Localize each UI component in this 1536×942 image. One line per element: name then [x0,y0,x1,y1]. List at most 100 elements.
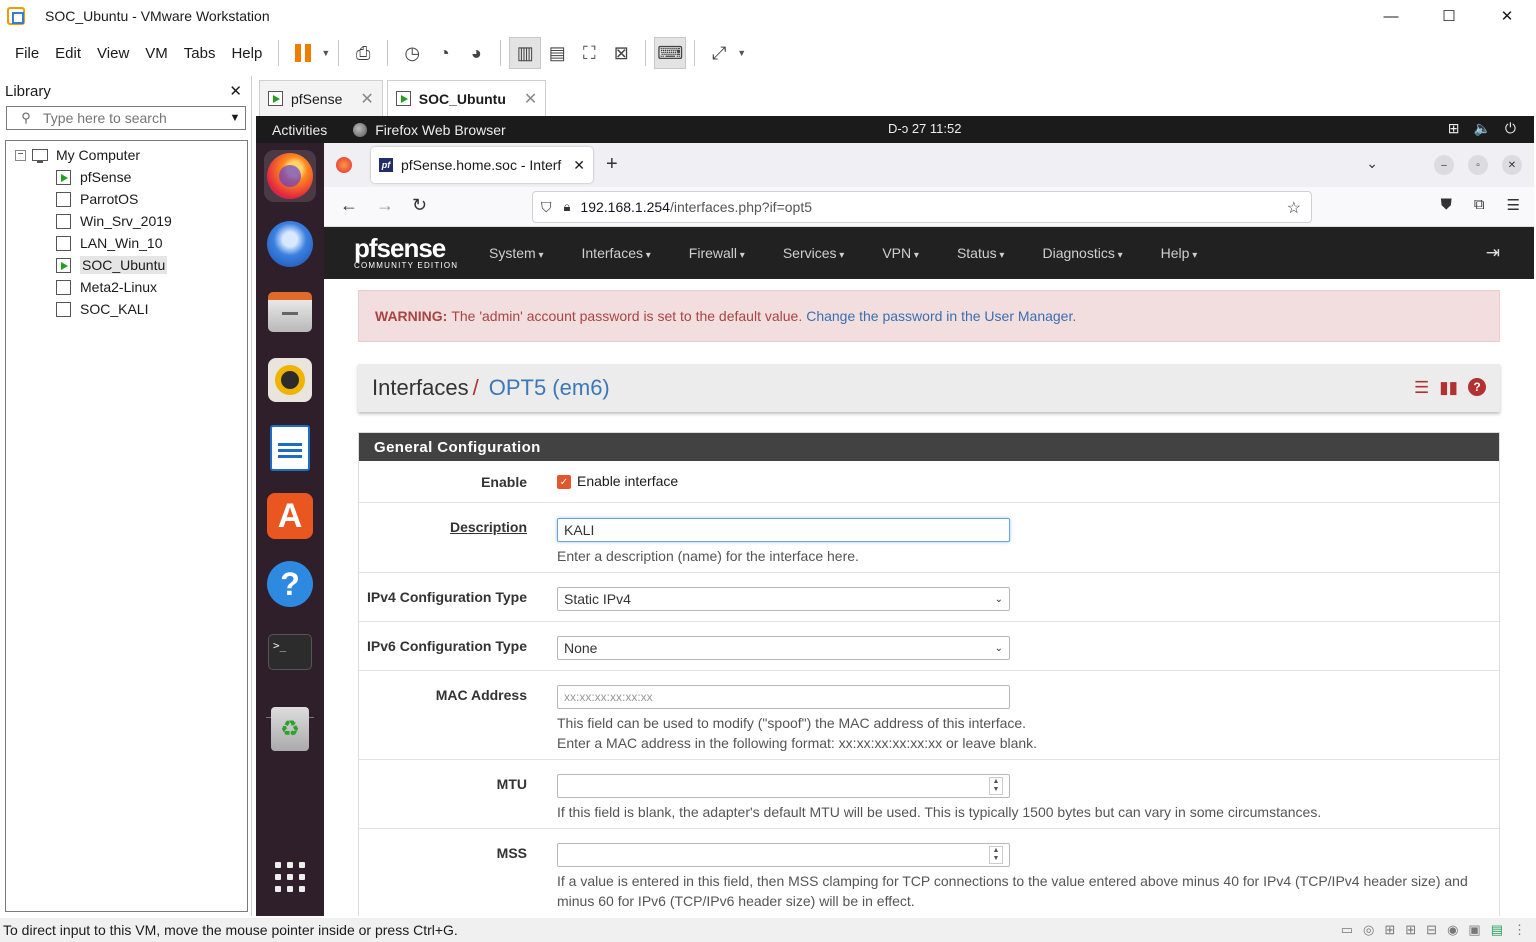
more-icon[interactable]: ⋮ [1513,922,1526,938]
dock-firefox[interactable] [264,150,316,202]
dock-show-apps[interactable] [264,851,316,903]
message-log-icon[interactable]: ▤ [1491,922,1503,938]
menu-vm[interactable]: VM [137,45,176,62]
menu-help[interactable]: Help [223,45,270,62]
minimize-icon[interactable]: – [1434,155,1454,175]
close-icon[interactable]: ✕ [1478,0,1536,32]
hamburger-menu-icon[interactable]: ☰ [1507,196,1520,214]
network-adapter-icon[interactable]: ⊞ [1405,922,1416,938]
url-text[interactable]: 192.168.1.254/interfaces.php?if=opt5 [580,199,812,215]
enable-checkbox-label[interactable]: Enable interface [577,473,678,489]
bookmark-star-icon[interactable]: ☆ [1287,198,1301,218]
nav-firewall[interactable]: Firewall [689,245,745,261]
tree-item-vm[interactable]: Meta2-Linux [6,276,247,298]
nav-system[interactable]: System [489,245,544,261]
library-close-icon[interactable]: ✕ [229,82,242,100]
thumbnail-bar-button[interactable]: ▤ [541,37,573,69]
mac-address-input[interactable]: xx:xx:xx:xx:xx:xx [557,685,1010,709]
power-dropdown-icon[interactable]: ▼ [321,48,330,58]
lock-icon[interactable]: 🔒︎ [564,199,571,215]
ipv6-type-select[interactable]: None ⌄ [557,636,1010,660]
system-tray[interactable]: ⊞ 🔈 ⏻ [1448,120,1516,137]
close-tab-icon[interactable]: ✕ [524,89,537,109]
help-circle-icon[interactable]: ? [1468,378,1486,396]
close-icon[interactable]: ✕ [1502,155,1522,175]
display-icon[interactable]: ▣ [1468,922,1480,938]
browser-tab-active[interactable]: pf pfSense.home.soc - Interf ✕ [371,147,593,183]
breadcrumb-root[interactable]: Interfaces [372,375,469,401]
stretch-guest-button[interactable]: ⤢ [703,37,735,69]
dock-rhythmbox[interactable] [264,354,316,406]
dock-thunderbird[interactable] [264,218,316,270]
new-tab-icon[interactable]: + [606,153,618,176]
show-library-button[interactable]: ▥ [509,37,542,69]
enable-checkbox[interactable]: ✓ [557,475,571,490]
tree-item-vm[interactable]: pfSense [6,166,247,188]
dock-trash[interactable]: ♻ [264,703,316,755]
breadcrumb-current[interactable]: OPT5 (em6) [489,375,610,401]
tree-item-vm-selected[interactable]: SOC_Ubuntu [6,254,247,276]
description-input[interactable]: KALI [557,518,1010,542]
menu-view[interactable]: View [89,45,137,62]
close-tab-icon[interactable]: ✕ [360,89,373,109]
nav-vpn[interactable]: VPN [882,245,919,261]
tree-item-vm[interactable]: Win_Srv_2019 [6,210,247,232]
clock[interactable]: D-ɔ 27 11:52 [888,121,961,136]
library-search-input[interactable] [37,110,225,126]
nav-diagnostics[interactable]: Diagnostics [1042,245,1122,261]
dock-files[interactable] [264,286,316,338]
nav-status[interactable]: Status [957,245,1005,261]
stretch-dropdown-icon[interactable]: ▼ [737,48,746,58]
usb-icon[interactable]: ⊟ [1426,922,1437,938]
user-manager-link[interactable]: Change the password in the User Manager. [806,308,1076,324]
sliders-icon[interactable]: ☰ [1414,378,1429,398]
console-view-button[interactable]: ⌨ [654,37,687,69]
dock-terminal[interactable]: >_ [264,626,316,678]
unity-button[interactable]: ⊠ [605,37,637,69]
tracking-protection-icon[interactable]: ⛉ [541,199,552,216]
vm-console[interactable]: Activities Firefox Web Browser D-ɔ 27 11… [256,116,1534,916]
snapshot-take-button[interactable]: ◷ [396,37,428,69]
stepper-icon[interactable]: ▲ ▼ [989,846,1003,864]
maximize-icon[interactable]: ▫ [1468,155,1488,175]
reload-icon[interactable]: ↻ [412,195,427,216]
network-adapter-icon[interactable]: ⊞ [1384,922,1395,938]
vm-tab-soc-ubuntu[interactable]: SOC_Ubuntu ✕ [386,80,547,116]
nav-interfaces[interactable]: Interfaces [582,245,651,261]
dock-help[interactable]: ? [264,558,316,610]
snapshot-revert-button[interactable]: ◔ [428,37,460,69]
forward-icon[interactable]: → [376,195,394,216]
nav-services[interactable]: Services [783,245,845,261]
extensions-icon[interactable]: ⧉ [1474,196,1485,214]
hard-disk-icon[interactable]: ▭ [1341,922,1353,938]
mss-input[interactable]: ▲ ▼ [557,843,1010,867]
cd-dvd-icon[interactable]: ◎ [1363,922,1374,938]
menu-tabs[interactable]: Tabs [176,45,224,62]
suspend-button[interactable] [287,37,319,69]
full-screen-button[interactable]: ⛶ [573,37,605,69]
tree-item-vm[interactable]: ParrotOS [6,188,247,210]
logout-icon[interactable]: ⇥ [1486,243,1500,263]
tree-item-my-computer[interactable]: − My Computer [6,144,247,166]
dock-libreoffice-writer[interactable] [264,422,316,474]
tree-item-vm[interactable]: LAN_Win_10 [6,232,247,254]
search-dropdown-icon[interactable]: ▼ [225,112,245,124]
sound-icon[interactable]: ◉ [1447,922,1458,938]
pfsense-logo[interactable]: pfsense COMMUNITY EDITION [354,233,458,270]
dock-app-center[interactable]: A [264,490,316,542]
stepper-icon[interactable]: ▲ ▼ [989,777,1003,795]
collapse-icon[interactable]: − [15,149,26,161]
list-tabs-icon[interactable]: ⌄ [1366,155,1378,172]
ipv4-type-select[interactable]: Static IPv4 ⌄ [557,587,1010,611]
bar-chart-icon[interactable]: ▮▮ [1439,378,1458,398]
menu-file[interactable]: File [7,45,47,62]
send-ctrl-alt-del-button[interactable]: ⎙ [347,37,379,69]
maximize-icon[interactable]: ☐ [1420,0,1478,32]
tree-item-vm[interactable]: SOC_KALI [6,298,247,320]
vm-tab-pfsense[interactable]: pfSense ✕ [259,80,383,116]
minimize-icon[interactable]: — [1362,0,1420,32]
menu-edit[interactable]: Edit [47,45,89,62]
app-menu[interactable]: Firefox Web Browser [353,122,506,138]
activities-button[interactable]: Activities [272,122,327,138]
back-icon[interactable]: ← [340,195,358,216]
